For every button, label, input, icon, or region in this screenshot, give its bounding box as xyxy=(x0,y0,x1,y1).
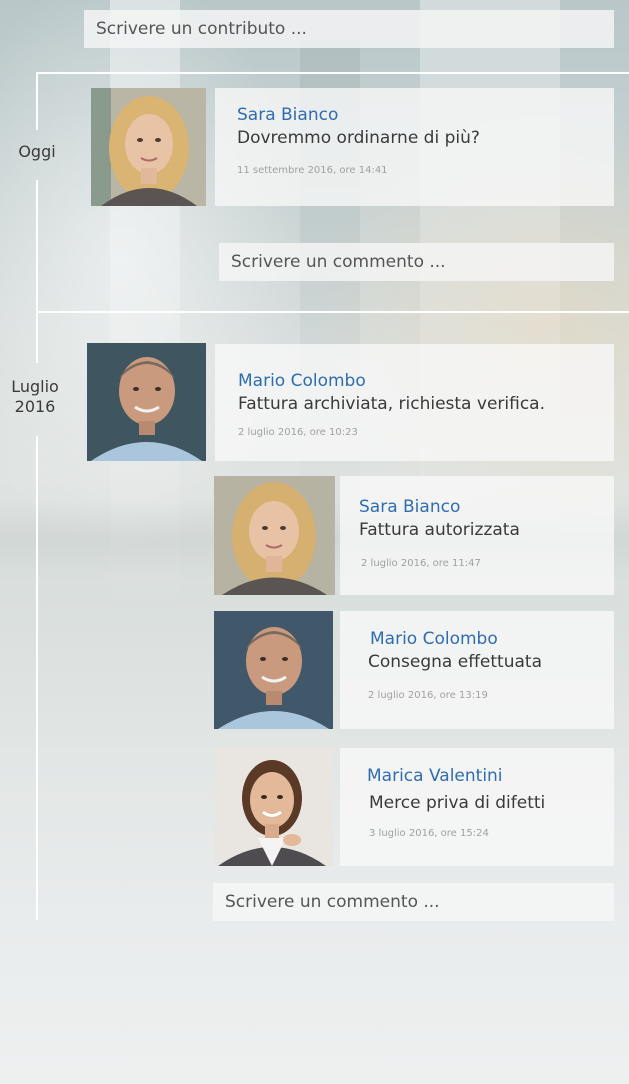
post-card[interactable]: Sara Bianco Dovremmo ordinarne di più? 1… xyxy=(215,88,614,206)
reply-card[interactable]: Mario Colombo Consegna effettuata 2 lugl… xyxy=(340,611,614,729)
post-author[interactable]: Sara Bianco xyxy=(237,105,338,125)
reply-card[interactable]: Sara Bianco Fattura autorizzata 2 luglio… xyxy=(340,476,614,595)
reply-card[interactable]: Marica Valentini Merce priva di difetti … xyxy=(340,748,614,866)
date-label-line: Luglio xyxy=(11,377,59,396)
avatar-image xyxy=(87,343,206,461)
reply-timestamp: 2 luglio 2016, ore 13:19 xyxy=(368,690,488,701)
avatar-image xyxy=(214,611,333,729)
reply-timestamp: 3 luglio 2016, ore 15:24 xyxy=(369,828,489,839)
avatar-marica-valentini[interactable] xyxy=(214,748,333,866)
timeline-divider xyxy=(36,311,629,313)
reply-timestamp: 2 luglio 2016, ore 11:47 xyxy=(361,558,481,569)
post-timestamp: 11 settembre 2016, ore 14:41 xyxy=(237,165,388,176)
timeline-line xyxy=(36,436,38,920)
reply-message: Fattura autorizzata xyxy=(359,520,520,540)
comment-input[interactable]: Scrivere un commento ... xyxy=(213,883,614,921)
post-author[interactable]: Mario Colombo xyxy=(238,371,366,391)
avatar-image xyxy=(214,748,333,866)
section-date-label: Oggi xyxy=(2,142,72,162)
avatar-image xyxy=(91,88,206,206)
post-card[interactable]: Mario Colombo Fattura archiviata, richie… xyxy=(215,344,614,461)
avatar-sara-bianco[interactable] xyxy=(91,88,206,206)
date-label-line: Oggi xyxy=(18,142,56,161)
timeline-line xyxy=(36,180,38,312)
post-timestamp: 2 luglio 2016, ore 10:23 xyxy=(238,427,358,438)
timeline-divider xyxy=(36,72,629,74)
timeline-line xyxy=(36,311,38,363)
post-message: Dovremmo ordinarne di più? xyxy=(237,128,480,148)
section-date-label: Luglio 2016 xyxy=(0,377,70,417)
post-composer-input[interactable]: Scrivere un contributo ... xyxy=(84,10,614,48)
avatar-image xyxy=(214,476,335,595)
date-label-line: 2016 xyxy=(14,397,56,416)
reply-message: Consegna effettuata xyxy=(368,652,542,672)
avatar-mario-colombo[interactable] xyxy=(87,343,206,461)
avatar-sara-bianco[interactable] xyxy=(214,476,335,595)
reply-author[interactable]: Mario Colombo xyxy=(370,629,498,649)
post-message: Fattura archiviata, richiesta verifica. xyxy=(238,394,545,414)
comment-input[interactable]: Scrivere un commento ... xyxy=(219,243,614,281)
reply-author[interactable]: Marica Valentini xyxy=(367,766,503,786)
reply-message: Merce priva di difetti xyxy=(369,793,546,813)
avatar-mario-colombo[interactable] xyxy=(214,611,333,729)
reply-author[interactable]: Sara Bianco xyxy=(359,497,460,517)
timeline-line xyxy=(36,72,38,130)
